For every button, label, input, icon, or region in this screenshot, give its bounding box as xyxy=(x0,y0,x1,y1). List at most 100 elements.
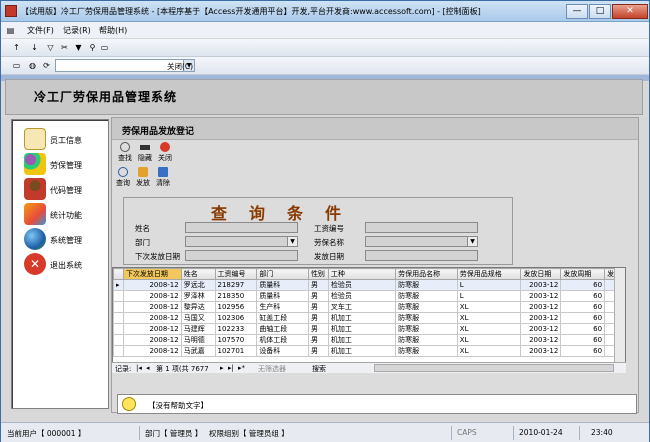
sort-descending-icon[interactable]: ↓ xyxy=(29,42,40,53)
table-row[interactable]: ▸ 2008-12 罗远北 218297 质量科 男 检验员 防寒服 L 200… xyxy=(113,279,625,291)
table-cell[interactable]: 黎异达 xyxy=(180,301,216,313)
table-cell[interactable]: 机体工段 xyxy=(256,334,309,346)
table-cell[interactable]: 防寒服 xyxy=(395,279,458,291)
filter-selection-icon[interactable]: ✂ xyxy=(59,42,70,53)
table-cell[interactable]: 2008-12 xyxy=(122,312,182,324)
sort-ascending-icon[interactable]: ↑ xyxy=(11,42,22,53)
column-header[interactable]: 劳保用品名称 xyxy=(395,268,458,280)
menu-file[interactable]: 文件(F) xyxy=(27,25,54,36)
table-row[interactable]: 2008-12 马武嘉 102701 设备科 男 机加工 防寒服 XL 2003… xyxy=(113,345,625,357)
column-header[interactable]: 姓名 xyxy=(180,268,216,280)
table-cell[interactable]: 102956 xyxy=(214,301,258,313)
row-selector[interactable] xyxy=(113,345,124,357)
column-header[interactable]: 部门 xyxy=(256,268,309,280)
table-row[interactable]: 2008-12 马国又 102306 缸盖工段 男 机加工 防寒服 XL 200… xyxy=(113,312,625,324)
sidebar-item-code[interactable]: 代码管理 xyxy=(24,178,108,200)
column-header[interactable]: 工种 xyxy=(327,268,397,280)
new-record-icon[interactable]: ▸* xyxy=(238,364,245,372)
table-cell[interactable]: 设备科 xyxy=(256,345,309,357)
column-header[interactable]: 下次发放日期 xyxy=(122,268,182,280)
table-row[interactable]: 2008-12 马明德 107570 机体工段 男 机加工 防寒服 XL 200… xyxy=(113,334,625,346)
table-cell[interactable]: 60 xyxy=(560,301,606,313)
last-record-icon[interactable]: ▸| xyxy=(228,364,234,372)
issue-button[interactable]: 发放 xyxy=(132,167,154,188)
table-cell[interactable]: 2003-12 xyxy=(520,345,562,357)
filter-icon[interactable]: ▽ xyxy=(45,42,56,53)
table-cell[interactable]: 102233 xyxy=(214,323,258,335)
sidebar-item-system[interactable]: 系统管理 xyxy=(24,228,108,250)
menu-icon[interactable]: ▤ xyxy=(5,25,16,36)
globe-small-icon[interactable]: ◍ xyxy=(27,60,38,71)
table-cell[interactable]: L xyxy=(456,290,522,302)
grid-search-label[interactable]: 搜索 xyxy=(312,364,326,374)
sidebar-item-protection[interactable]: 劳保管理 xyxy=(24,153,108,175)
table-cell[interactable]: 机加工 xyxy=(327,345,397,357)
table-cell[interactable]: 男 xyxy=(307,334,329,346)
column-header[interactable]: 性别 xyxy=(307,268,329,280)
table-cell[interactable]: 质量科 xyxy=(256,290,309,302)
table-cell[interactable]: 男 xyxy=(307,279,329,291)
table-row[interactable]: 2008-12 黎异达 102956 生产科 男 叉车工 防寒服 XL 2003… xyxy=(113,301,625,313)
row-selector[interactable] xyxy=(113,301,124,313)
table-cell[interactable]: 60 xyxy=(560,334,606,346)
table-cell[interactable]: 2008-12 xyxy=(122,323,182,335)
table-cell[interactable]: 机加工 xyxy=(327,312,397,324)
table-cell[interactable]: 防寒服 xyxy=(395,301,458,313)
table-cell[interactable]: 马国又 xyxy=(180,312,216,324)
table-cell[interactable]: 曲轴工段 xyxy=(256,323,309,335)
row-selector[interactable] xyxy=(113,290,124,302)
table-cell[interactable]: 男 xyxy=(307,301,329,313)
table-cell[interactable]: 防寒服 xyxy=(395,290,458,302)
prev-record-icon[interactable]: ◂ xyxy=(146,364,150,372)
table-cell[interactable]: 质量科 xyxy=(256,279,309,291)
table-cell[interactable]: 2008-12 xyxy=(122,334,182,346)
row-selector[interactable] xyxy=(113,312,124,324)
table-cell[interactable]: 60 xyxy=(560,312,606,324)
table-cell[interactable]: 2008-12 xyxy=(122,301,182,313)
table-cell[interactable]: XL xyxy=(456,301,522,313)
table-cell[interactable]: 马建辉 xyxy=(180,323,216,335)
table-cell[interactable]: 2003-12 xyxy=(520,279,562,291)
table-cell[interactable]: 生产科 xyxy=(256,301,309,313)
table-row[interactable]: 2008-12 马建辉 102233 曲轴工段 男 机加工 防寒服 XL 200… xyxy=(113,323,625,335)
table-cell[interactable]: 2003-12 xyxy=(520,323,562,335)
column-header[interactable]: 发放周期 xyxy=(560,268,606,280)
table-cell[interactable]: 机加工 xyxy=(327,334,397,346)
table-cell[interactable]: 2003-12 xyxy=(520,312,562,324)
clear-button[interactable]: 清除 xyxy=(152,167,174,188)
table-cell[interactable]: 男 xyxy=(307,323,329,335)
table-cell[interactable]: 2008-12 xyxy=(122,345,182,357)
next-record-icon[interactable]: ▸ xyxy=(220,364,224,372)
table-cell[interactable]: XL xyxy=(456,334,522,346)
table-cell[interactable]: 男 xyxy=(307,290,329,302)
close-panel-button[interactable]: 关闭 xyxy=(154,142,176,163)
table-cell[interactable]: 防寒服 xyxy=(395,323,458,335)
refresh-icon[interactable]: ⟳ xyxy=(41,60,52,71)
chevron-down-icon[interactable]: ▼ xyxy=(467,237,477,246)
hide-button[interactable]: 隐藏 xyxy=(134,142,156,163)
table-cell[interactable]: 60 xyxy=(560,323,606,335)
table-cell[interactable]: 2003-12 xyxy=(520,290,562,302)
table-cell[interactable]: 60 xyxy=(560,279,606,291)
next-date-field[interactable] xyxy=(185,250,298,261)
vertical-scrollbar[interactable] xyxy=(614,268,625,362)
find-button[interactable]: 查找 xyxy=(114,142,136,163)
remove-filter-icon[interactable]: ▼ xyxy=(73,42,84,53)
table-cell[interactable]: 马明德 xyxy=(180,334,216,346)
folder-icon[interactable]: ▭ xyxy=(99,42,110,53)
column-header[interactable]: 劳保用品规格 xyxy=(456,268,522,280)
issue-date-field[interactable] xyxy=(365,250,478,261)
table-cell[interactable]: XL xyxy=(456,323,522,335)
table-cell[interactable]: 防寒服 xyxy=(395,334,458,346)
table-cell[interactable]: 机加工 xyxy=(327,323,397,335)
menu-help[interactable]: 帮助(H) xyxy=(99,25,127,36)
table-cell[interactable]: 218350 xyxy=(214,290,258,302)
table-cell[interactable]: 60 xyxy=(560,290,606,302)
table-cell[interactable]: XL xyxy=(456,312,522,324)
row-selector[interactable] xyxy=(113,323,124,335)
first-record-icon[interactable]: |◂ xyxy=(136,364,142,372)
emp-no-field[interactable] xyxy=(365,222,478,233)
table-cell[interactable]: 2003-12 xyxy=(520,301,562,313)
record-position[interactable]: 第 1 项(共 7677 xyxy=(156,364,209,374)
table-row[interactable]: 2008-12 罗泽林 218350 质量科 男 检验员 防寒服 L 2003-… xyxy=(113,290,625,302)
